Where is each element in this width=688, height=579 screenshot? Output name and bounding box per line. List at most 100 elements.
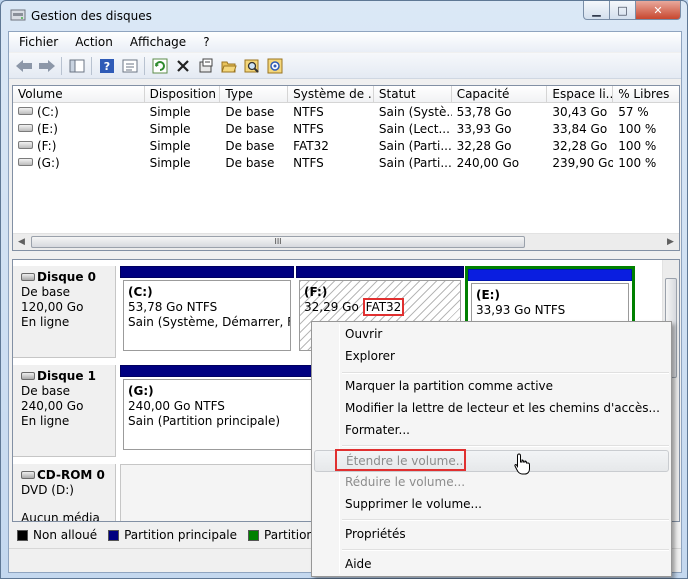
disk-status: En ligne [21,315,70,329]
cell-type: De base [225,139,275,153]
settings-button[interactable] [194,55,217,77]
column-header-disposition[interactable]: Disposition [145,86,221,103]
forward-button[interactable] [35,55,58,77]
disk-info-1[interactable]: Disque 1 De base 240,00 Go En ligne [13,365,116,457]
toolbar-separator [144,56,145,75]
disk-icon [21,273,35,281]
menu-item-help[interactable]: Aide [314,554,669,576]
cell-percent-free: 100 % [618,139,657,153]
cell-status: Sain (Systè... [378,105,452,119]
cell-volume: (F:) [13,138,145,155]
refresh-icon [152,58,167,73]
open-folder-button[interactable] [217,55,240,77]
pane-splitter[interactable] [9,253,681,257]
column-header-free-space[interactable]: Espace li... [547,86,614,103]
fat32-highlight: FAT32 [362,298,405,316]
column-header-type[interactable]: Type [220,86,289,103]
scroll-left-icon[interactable]: ◀ [13,234,30,250]
scrollbar-thumb[interactable]: III [31,236,525,248]
disk-status: Aucun média [21,511,100,522]
primary-partition-bar [468,269,632,281]
table-row[interactable]: (C:) Simple De base NTFS Sain (Systè... … [13,104,679,121]
disk-name: Disque 0 [37,270,97,284]
menu-item-shrink-volume[interactable]: Réduire le volume... [314,472,669,494]
disk-info-cdrom[interactable]: CD-ROM 0 DVD (D:) Aucun média [13,464,116,522]
menu-item-format[interactable]: Formater... [314,420,669,442]
cell-free-space: 33,84 Go [552,122,608,136]
disk-size: 120,00 Go [21,300,84,314]
legend-item: Non alloué [17,528,97,542]
drive-icon [18,124,33,132]
menu-item-mark-active[interactable]: Marquer la partition comme active [314,376,669,398]
volume-name: (G:) [37,156,60,170]
column-header-percent-free[interactable]: % Libres [613,86,679,103]
help-button[interactable]: ? [95,55,118,77]
list-horizontal-scrollbar[interactable]: ◀ III ▶ [13,233,679,250]
toolbar: ? [9,53,681,79]
mouse-cursor-icon [514,453,530,475]
maximize-button[interactable]: □ [610,1,636,20]
table-row[interactable]: (F:) Simple De base FAT32 Sain (Parti...… [13,138,679,155]
volume-name: (F:) [37,139,57,153]
console-tree-button[interactable] [65,55,88,77]
close-button[interactable]: ✕ [636,1,681,20]
table-row[interactable]: (G:) Simple De base NTFS Sain (Parti... … [13,155,679,172]
delete-button[interactable] [171,55,194,77]
volume-list-header: Volume Disposition Type Système de ... S… [13,86,679,103]
cell-free-space: 30,43 Go [552,105,608,119]
back-button[interactable] [12,55,35,77]
forward-arrow-icon [38,59,55,72]
column-header-status[interactable]: Statut [374,86,452,103]
cell-capacity: 240,00 Go [456,156,520,170]
column-header-filesystem[interactable]: Système de ... [288,86,374,103]
menu-item-delete-volume[interactable]: Supprimer le volume... [314,494,669,516]
legend-swatch [108,529,120,541]
cell-type: De base [225,105,275,119]
cell-percent-free: 100 % [618,156,657,170]
legend-swatch [248,529,260,541]
menu-action[interactable]: Action [65,32,120,52]
extend-volume-highlight [335,449,466,471]
table-row[interactable]: (E:) Simple De base NTFS Sain (Lect... 3… [13,121,679,138]
cell-disposition: Simple [149,122,191,136]
column-header-volume[interactable]: Volume [13,86,145,103]
partition-details: (C:) 53,78 Go NTFS Sain (Système, Démarr… [123,280,291,351]
menu-item-ouvrir[interactable]: Ouvrir [314,324,669,346]
disk-name: CD-ROM 0 [37,468,105,482]
volume-name: (C:) [37,105,59,119]
cdrom-icon [21,471,35,479]
menu-bar: Fichier Action Affichage ? [9,32,681,52]
cell-type: De base [225,156,275,170]
scroll-right-icon[interactable]: ▶ [662,234,679,250]
disk-info-0[interactable]: Disque 0 De base 120,00 Go En ligne [13,266,116,358]
cell-disposition: Simple [149,139,191,153]
legend-item: Partition principale [108,528,237,542]
rescan-button[interactable] [263,55,286,77]
refresh-button[interactable] [148,55,171,77]
partition-size-fs: 53,78 Go NTFS [128,300,218,314]
menu-item-properties[interactable]: Propriétés [314,524,669,546]
rescan-icon [267,58,282,73]
cell-volume: (C:) [13,104,145,121]
menu-affichage[interactable]: Affichage [120,32,193,52]
cell-percent-free: 100 % [618,122,657,136]
cell-volume: (G:) [13,155,145,172]
volume-name: (E:) [37,122,58,136]
properties-button[interactable] [118,55,141,77]
menu-item-explorer[interactable]: Explorer [314,346,669,368]
cell-capacity: 32,28 Go [456,139,512,153]
column-header-capacity[interactable]: Capacité [452,86,548,103]
disk-type: DVD (D:) [21,483,74,497]
title-bar[interactable]: Gestion des disques ▁ □ ✕ [1,1,687,31]
toolbar-separator [91,56,92,75]
partition-c[interactable]: (C:) 53,78 Go NTFS Sain (Système, Démarr… [120,266,294,354]
menu-fichier[interactable]: Fichier [9,32,65,52]
primary-partition-bar [120,266,294,278]
menu-help[interactable]: ? [193,32,216,52]
cell-filesystem: NTFS [293,105,324,119]
disk-icon [21,372,35,380]
minimize-button[interactable]: ▁ [583,1,610,20]
menu-item-change-drive-letter[interactable]: Modifier la lettre de lecteur et les che… [314,398,669,420]
search-button[interactable] [240,55,263,77]
console-tree-icon [69,59,84,72]
